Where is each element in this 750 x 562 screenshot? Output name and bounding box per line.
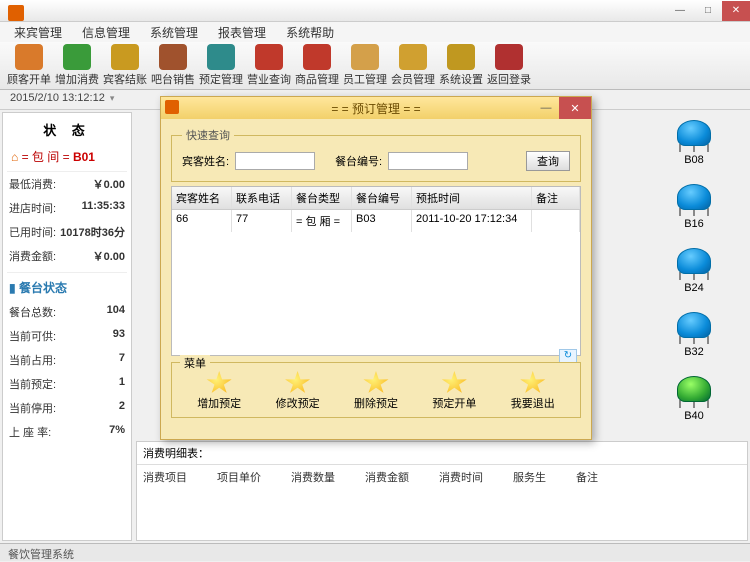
- toolbar: 顾客开单增加消费宾客结账吧台销售预定管理营业查询商品管理员工管理会员管理系统设置…: [0, 42, 750, 90]
- table-row[interactable]: 6677= 包 厢 =B032011-10-20 17:12:34: [172, 210, 580, 232]
- detail-panel: 消费明细表： 消费项目项目单价消费数量消费金额消费时间服务生备注: [136, 441, 748, 541]
- status-sidebar: 状 态 ⌂ = 包 间 = B01 最低消费:￥0.00进店时间:11:35:3…: [2, 112, 132, 541]
- dialog-minimize-button[interactable]: —: [533, 97, 559, 119]
- guest-name-label: 宾客姓名:: [182, 153, 229, 169]
- detail-columns: 消费项目项目单价消费数量消费金额消费时间服务生备注: [137, 465, 747, 489]
- table-no-label: 餐台编号:: [335, 153, 382, 169]
- search-legend: 快速查询: [182, 127, 234, 143]
- reservation-grid[interactable]: 宾客姓名联系电话餐台类型餐台编号预抵时间备注 6677= 包 厢 =B03201…: [171, 186, 581, 356]
- table-B32[interactable]: B32: [644, 312, 744, 358]
- dialog-menu-box: 菜单 增加预定修改预定删除预定预定开单我要退出: [171, 362, 581, 418]
- star-icon: [520, 371, 546, 395]
- action-修改预定[interactable]: 修改预定: [276, 371, 320, 411]
- action-我要退出[interactable]: 我要退出: [511, 371, 555, 411]
- guest-name-input[interactable]: [235, 152, 315, 170]
- table-no-input[interactable]: [388, 152, 468, 170]
- tool-员工管理[interactable]: 员工管理: [342, 44, 388, 87]
- star-icon: [206, 371, 232, 395]
- app-icon: [8, 5, 24, 21]
- menu-报表管理[interactable]: 报表管理: [212, 22, 272, 43]
- minimize-button[interactable]: —: [666, 1, 694, 21]
- table-B08[interactable]: B08: [644, 120, 744, 166]
- star-icon: [285, 371, 311, 395]
- tool-营业查询[interactable]: 营业查询: [246, 44, 292, 87]
- table-B24[interactable]: B24: [644, 248, 744, 294]
- query-button[interactable]: 查询: [526, 151, 570, 171]
- detail-title: 消费明细表：: [137, 442, 747, 465]
- action-预定开单[interactable]: 预定开单: [432, 371, 476, 411]
- tool-吧台销售[interactable]: 吧台销售: [150, 44, 196, 87]
- reservation-dialog: = = 预订管理 = = — ✕ 快速查询 宾客姓名: 餐台编号: 查询 宾客姓…: [160, 96, 592, 440]
- menu-系统帮助[interactable]: 系统帮助: [280, 22, 340, 43]
- dialog-icon: [165, 100, 179, 114]
- room-indicator: ⌂ = 包 间 = B01: [7, 146, 127, 172]
- quick-search-group: 快速查询 宾客姓名: 餐台编号: 查询: [171, 127, 581, 182]
- home-icon: ⌂: [11, 150, 18, 164]
- statusbar: 餐饮管理系统: [0, 543, 750, 561]
- refresh-icon[interactable]: ↻: [559, 349, 577, 363]
- dialog-title: = = 预订管理 = =: [331, 100, 420, 117]
- sidebar-title: 状 态: [7, 117, 127, 142]
- tool-预定管理[interactable]: 预定管理: [198, 44, 244, 87]
- tool-宾客结账[interactable]: 宾客结账: [102, 44, 148, 87]
- tool-商品管理[interactable]: 商品管理: [294, 44, 340, 87]
- menu-系统管理[interactable]: 系统管理: [144, 22, 204, 43]
- tool-顾客开单[interactable]: 顾客开单: [6, 44, 52, 87]
- tool-增加消费[interactable]: 增加消费: [54, 44, 100, 87]
- action-删除预定[interactable]: 删除预定: [354, 371, 398, 411]
- table-status-header: ▮ 餐台状态: [7, 272, 127, 300]
- tool-系统设置[interactable]: 系统设置: [438, 44, 484, 87]
- tool-会员管理[interactable]: 会员管理: [390, 44, 436, 87]
- menu-来宾管理[interactable]: 来宾管理: [8, 22, 68, 43]
- menu-信息管理[interactable]: 信息管理: [76, 22, 136, 43]
- star-icon: [363, 371, 389, 395]
- tables-column: B08 B16 B24 B32 B40: [644, 112, 744, 422]
- star-icon: [441, 371, 467, 395]
- table-B16[interactable]: B16: [644, 184, 744, 230]
- dialog-close-button[interactable]: ✕: [559, 97, 591, 119]
- menu-label: 菜单: [180, 355, 210, 371]
- maximize-button[interactable]: □: [694, 1, 722, 21]
- tool-返回登录[interactable]: 返回登录: [486, 44, 532, 87]
- table-B40[interactable]: B40: [644, 376, 744, 422]
- window-titlebar: — □ ✕: [0, 0, 750, 22]
- menubar: 来宾管理信息管理系统管理报表管理系统帮助: [0, 22, 750, 42]
- datetime-text: 2015/2/10 13:12:12: [10, 92, 105, 104]
- dialog-titlebar: = = 预订管理 = = — ✕: [161, 97, 591, 119]
- action-增加预定[interactable]: 增加预定: [197, 371, 241, 411]
- close-button[interactable]: ✕: [722, 1, 750, 21]
